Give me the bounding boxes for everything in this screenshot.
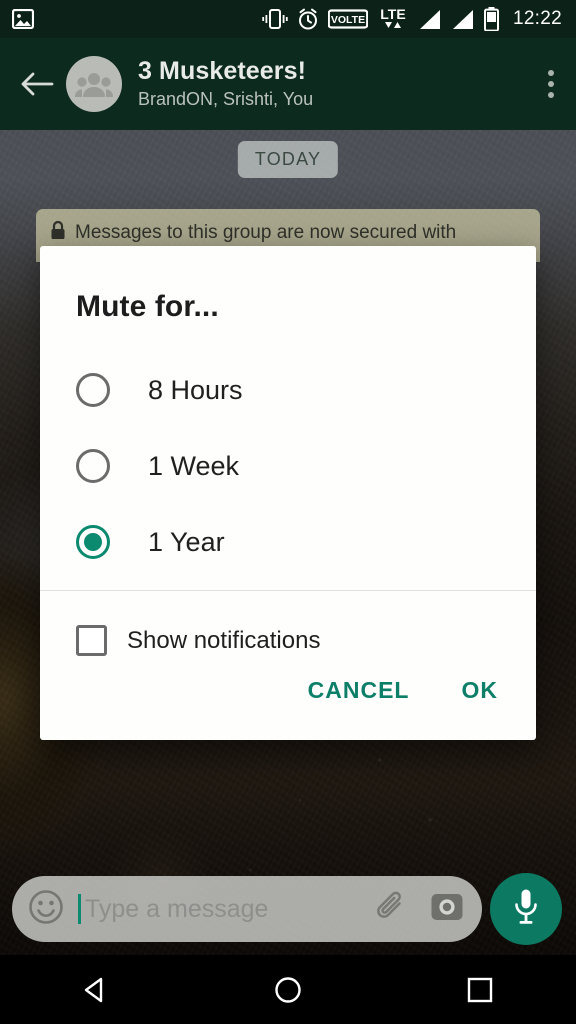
radio-option-label: 8 Hours [148,374,243,405]
radio-option-8-hours[interactable]: 8 Hours [76,352,536,428]
volte-icon: VOLTE [327,9,368,29]
signal-icon-1 [418,9,442,30]
menu-dot [548,70,554,76]
lock-icon [50,220,66,246]
signal-icon-2 [451,9,475,30]
dialog-title: Mute for... [76,290,219,323]
nav-home-circle-icon[interactable] [228,975,348,1005]
microphone-icon [513,888,539,931]
back-arrow-icon[interactable] [12,70,62,98]
show-notifications-checkbox[interactable] [76,625,107,656]
radio-option-1-year[interactable]: 1 Year [76,504,536,580]
app-bar: 3 Musketeers! BrandON, Srishti, You [0,38,576,130]
lte-icon: LTE [377,6,409,32]
vibrate-icon [262,8,288,30]
emoji-icon[interactable] [28,889,64,930]
mute-duration-options: 8 Hours 1 Week 1 Year [40,324,536,580]
page-title: 3 Musketeers! [138,56,307,85]
android-nav-bar [0,955,576,1024]
encryption-notice-text: Messages to this group are now secured w… [75,222,457,243]
radio-option-label: 1 Year [148,526,225,557]
radio-button-selected[interactable] [76,525,110,559]
show-notifications-row[interactable]: Show notifications [40,591,536,656]
radio-option-label: 1 Week [148,450,240,481]
svg-text:LTE: LTE [380,6,405,22]
overflow-menu-icon[interactable] [548,70,554,98]
menu-dot [548,81,554,87]
radio-button[interactable] [76,449,110,483]
status-bar-clock: 12:22 [512,8,562,29]
nav-recents-square-icon[interactable] [420,976,540,1004]
dialog-actions: CANCEL OK [40,671,536,740]
paperclip-icon[interactable] [374,890,408,929]
message-input-pill[interactable]: Type a message [12,876,482,942]
chat-header-text[interactable]: 3 Musketeers! BrandON, Srishti, You [138,57,313,111]
status-bar-right: VOLTE LTE 12:22 [262,6,562,32]
group-avatar-icon[interactable] [66,56,122,112]
text-cursor [78,894,81,924]
voice-record-button[interactable] [490,873,562,945]
input-bar-icons [374,890,464,929]
cancel-button[interactable]: CANCEL [306,671,412,710]
radio-button[interactable] [76,373,110,407]
status-bar: VOLTE LTE 12:22 [0,0,576,38]
menu-dot [548,92,554,98]
ok-button[interactable]: OK [460,671,501,710]
date-chip: TODAY [237,141,339,178]
message-input-placeholder: Type a message [85,894,269,923]
nav-back-triangle-icon[interactable] [36,975,156,1005]
alarm-icon [297,8,319,30]
svg-text:VOLTE: VOLTE [331,14,365,26]
battery-icon [483,7,499,31]
phone-screen: VOLTE LTE 12:22 3 Musketeers! BrandON, S… [0,0,576,1024]
status-bar-left [12,9,34,29]
message-input-bar: Type a message [0,862,576,955]
mute-dialog: Mute for... 8 Hours 1 Week 1 Year Show n… [40,246,536,740]
image-icon [12,9,34,29]
radio-option-1-week[interactable]: 1 Week [76,428,536,504]
chat-participants: BrandON, Srishti, You [138,88,314,109]
show-notifications-label: Show notifications [127,626,321,654]
camera-icon[interactable] [430,891,464,928]
